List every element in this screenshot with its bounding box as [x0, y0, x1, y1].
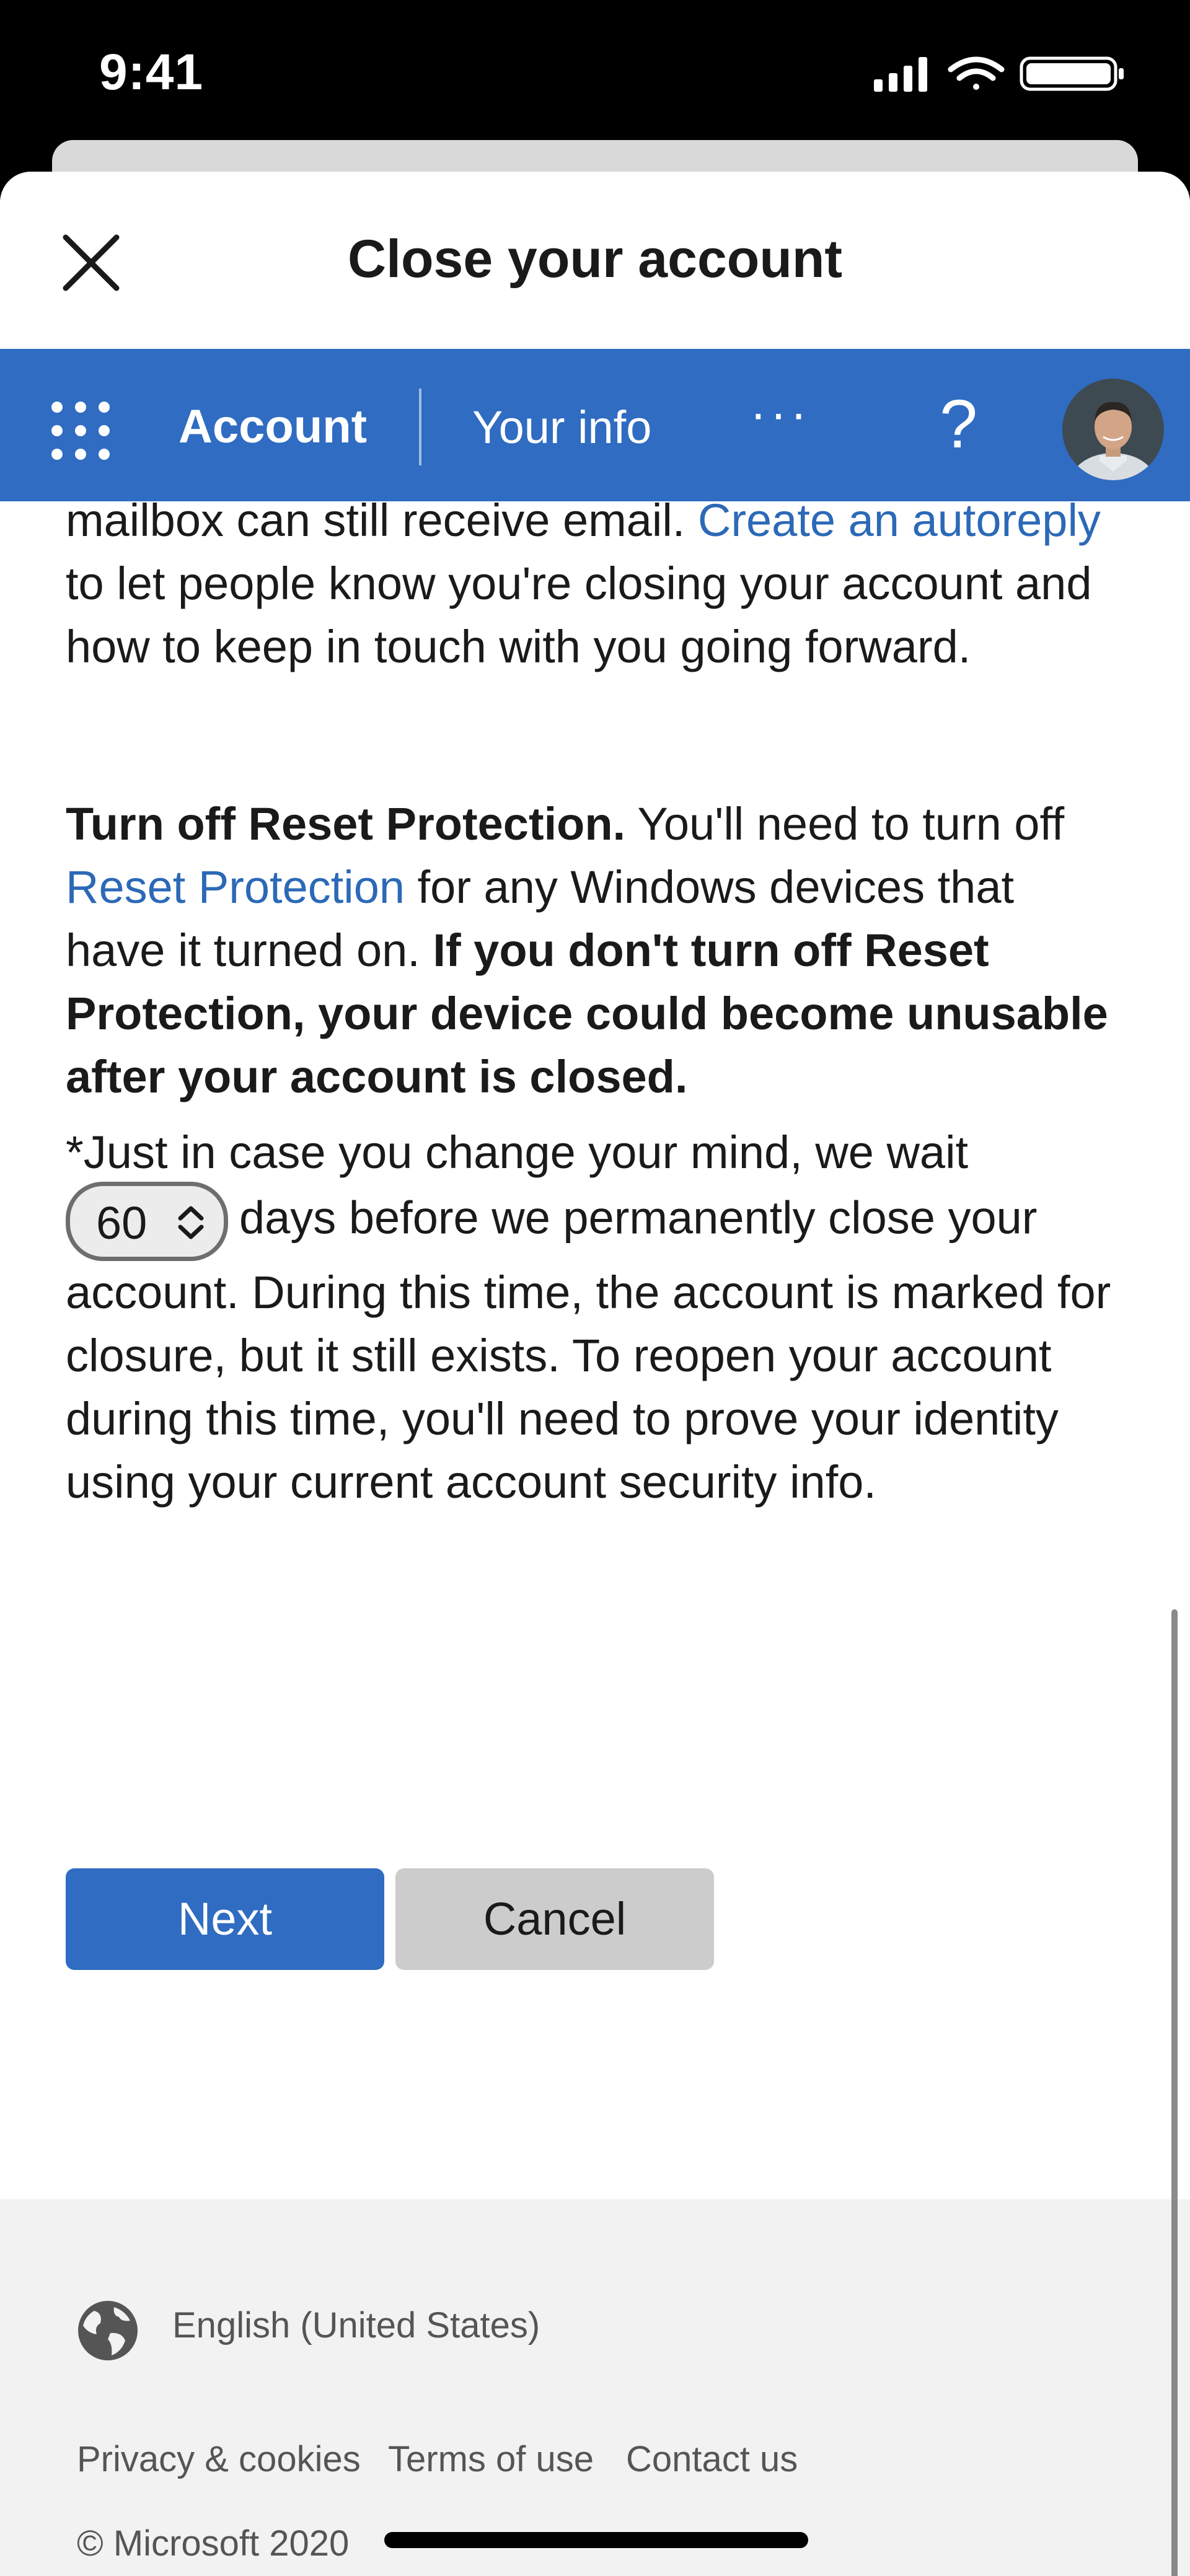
- cellular-signal-icon: [874, 57, 927, 92]
- reset-protection-link[interactable]: Reset Protection: [66, 861, 405, 913]
- footer-link-contact[interactable]: Contact us: [626, 2438, 798, 2480]
- nav-item-your-info[interactable]: Your info: [472, 401, 651, 454]
- home-indicator[interactable]: [384, 2532, 808, 2548]
- status-time: 9:41: [99, 44, 204, 100]
- next-button[interactable]: Next: [66, 1868, 384, 1970]
- language-selector[interactable]: English (United States): [172, 2305, 540, 2346]
- text: You'll need to turn off: [625, 798, 1065, 850]
- text: *Just in case you change your mind, we w…: [66, 1127, 969, 1178]
- footer: English (United States) Privacy & cookie…: [0, 2199, 1190, 2576]
- close-account-sheet: Close your account Account Your info ···…: [0, 172, 1190, 2576]
- more-menu-button[interactable]: ···: [750, 385, 811, 442]
- help-icon[interactable]: ?: [940, 385, 977, 464]
- waiting-period-paragraph: *Just in case you change your mind, we w…: [66, 1121, 1124, 1514]
- waiting-days-select[interactable]: 60: [66, 1182, 228, 1261]
- reset-protection-paragraph: Turn off Reset Protection. You'll need t…: [66, 793, 1124, 1109]
- wifi-icon: [948, 56, 1005, 90]
- chevron-up-down-icon: [178, 1206, 204, 1239]
- status-icons: [874, 56, 1124, 92]
- battery-icon: [1020, 56, 1124, 91]
- waiting-days-value: 60: [96, 1197, 148, 1249]
- footer-link-terms[interactable]: Terms of use: [388, 2438, 594, 2480]
- globe-icon: [78, 2301, 138, 2360]
- cancel-button[interactable]: Cancel: [395, 1868, 714, 1970]
- user-avatar[interactable]: [1062, 379, 1164, 480]
- reset-protection-heading: Turn off Reset Protection.: [66, 798, 626, 850]
- footer-link-privacy[interactable]: Privacy & cookies: [77, 2438, 361, 2480]
- page-title: Close your account: [347, 229, 843, 289]
- text: to let people know you're closing your a…: [66, 558, 1092, 672]
- sheet-header: Close your account: [0, 172, 1190, 349]
- app-launcher-icon[interactable]: [50, 400, 112, 462]
- scrollbar[interactable]: [1171, 1609, 1178, 2576]
- autoreply-paragraph: mailbox can still receive email. Create …: [66, 489, 1124, 679]
- nav-divider: [419, 389, 421, 465]
- status-bar: 9:41: [0, 0, 1190, 143]
- text: mailbox can still receive email.: [66, 495, 698, 546]
- account-nav-bar: Account Your info ··· ?: [0, 349, 1190, 501]
- copyright-text: © Microsoft 2020: [77, 2523, 350, 2564]
- nav-account-title[interactable]: Account: [178, 400, 367, 454]
- create-autoreply-link[interactable]: Create an autoreply: [698, 495, 1101, 546]
